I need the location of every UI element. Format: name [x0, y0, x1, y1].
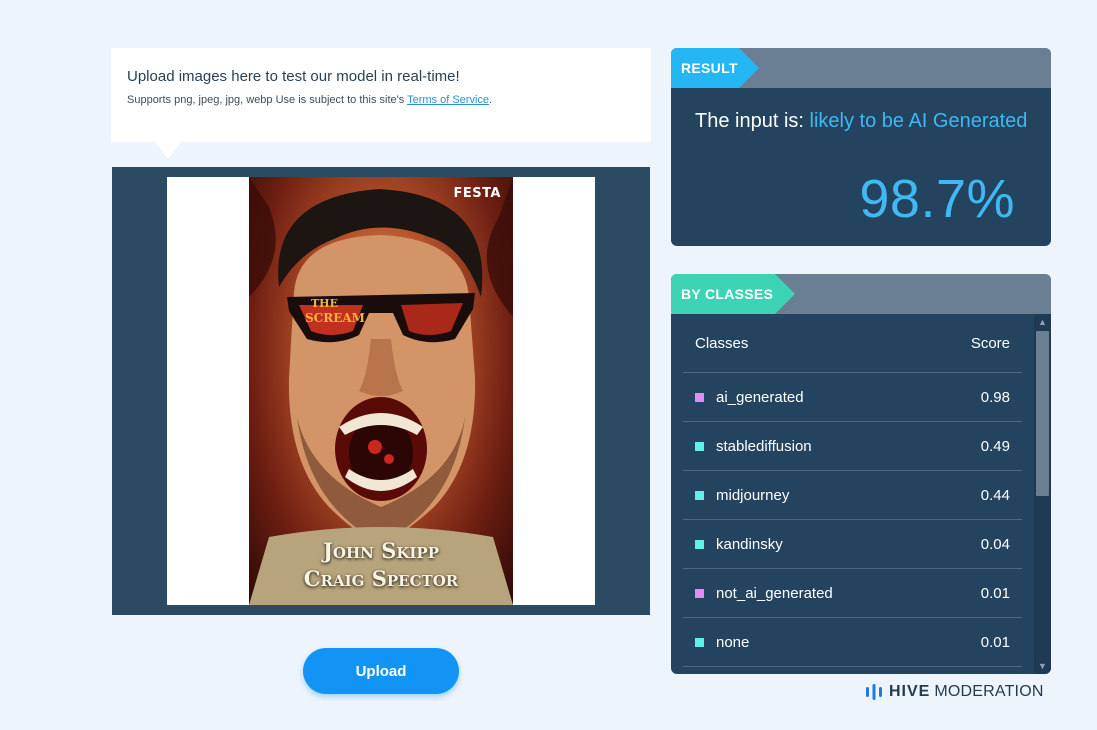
class-name: ai_generated [716, 388, 804, 406]
class-color-swatch [695, 441, 704, 451]
column-header-score: Score [970, 334, 1010, 352]
svg-text:THE: THE [311, 297, 338, 310]
class-score: 0.01 [980, 633, 1010, 651]
image-preview-panel[interactable]: THE SCREAM FESTA John Skipp Craig Specto… [112, 167, 650, 615]
upload-prompt-subtitle: Supports png, jpeg, jpg, webp Use is sub… [127, 94, 635, 106]
classes-table-header: Classes Score [683, 314, 1022, 373]
upload-prompt-card: Upload images here to test our model in … [111, 48, 651, 159]
result-score: 98.7% [859, 169, 1015, 229]
class-name: kandinsky [716, 535, 783, 553]
column-header-classes: Classes [695, 334, 749, 352]
result-header: RESULT [671, 48, 1051, 88]
table-row: ai_generated 0.98 [683, 373, 1022, 422]
poster-author-line-2: Craig Spector [303, 566, 459, 591]
classes-header-tag: BY CLASSES [671, 274, 795, 314]
class-name: none [716, 633, 750, 651]
class-name: not_ai_generated [716, 584, 833, 602]
upload-prompt-title: Upload images here to test our model in … [127, 68, 460, 85]
table-row: none 0.01 [683, 618, 1022, 667]
classes-scrollbar[interactable]: ▲ ▼ [1034, 314, 1051, 674]
brand-name-light: MODERATION [934, 683, 1044, 700]
classes-table-body: ai_generated 0.98 stablediffusion 0.49 m… [683, 373, 1022, 667]
scroll-down-arrow-icon[interactable]: ▼ [1034, 658, 1051, 674]
classes-header: BY CLASSES [671, 274, 1051, 314]
result-header-tag: RESULT [671, 48, 759, 88]
class-color-swatch [695, 392, 704, 402]
classes-card: BY CLASSES Classes Score ai_generated 0.… [671, 274, 1051, 674]
table-row: midjourney 0.44 [683, 471, 1022, 520]
class-color-swatch [695, 490, 704, 500]
supported-formats-text: Supports png, jpeg, jpg, webp Use is sub… [127, 94, 408, 106]
upload-button[interactable]: Upload [303, 648, 459, 694]
class-color-swatch [695, 588, 704, 598]
result-card: RESULT The input is: likely to be AI Gen… [671, 48, 1051, 246]
class-score: 0.01 [980, 584, 1010, 602]
hive-logo-icon [866, 684, 882, 700]
table-row: not_ai_generated 0.01 [683, 569, 1022, 618]
subtitle-period: . [489, 94, 493, 106]
poster-author-line-1: John Skipp [323, 538, 439, 563]
table-row: kandinsky 0.04 [683, 520, 1022, 569]
uploaded-image: THE SCREAM FESTA John Skipp Craig Specto… [249, 177, 513, 605]
brand-name-strong: HIVE [889, 683, 931, 700]
hive-moderation-brand[interactable]: HIVE MODERATION [865, 682, 1044, 702]
scroll-up-arrow-icon[interactable]: ▲ [1034, 314, 1051, 330]
class-score: 0.04 [980, 535, 1010, 553]
class-score: 0.44 [980, 486, 1010, 504]
class-color-swatch [695, 637, 704, 647]
class-score: 0.49 [980, 437, 1010, 455]
class-name: stablediffusion [716, 437, 812, 455]
terms-of-service-link[interactable]: Terms of Service [407, 94, 489, 106]
svg-text:SCREAM: SCREAM [305, 311, 365, 325]
result-prefix: The input is: [695, 110, 810, 132]
scrollbar-thumb[interactable] [1036, 331, 1049, 496]
class-color-swatch [695, 539, 704, 549]
classes-table: Classes Score ai_generated 0.98 stabledi… [683, 314, 1022, 667]
image-preview-canvas: THE SCREAM FESTA John Skipp Craig Specto… [167, 177, 595, 605]
poster-publisher-logo: FESTA [453, 186, 501, 201]
class-name: midjourney [716, 486, 790, 504]
table-row: stablediffusion 0.49 [683, 422, 1022, 471]
result-statement: The input is: likely to be AI Generated [695, 110, 1027, 133]
result-verdict: likely to be AI Generated [809, 110, 1028, 132]
class-score: 0.98 [980, 388, 1010, 406]
